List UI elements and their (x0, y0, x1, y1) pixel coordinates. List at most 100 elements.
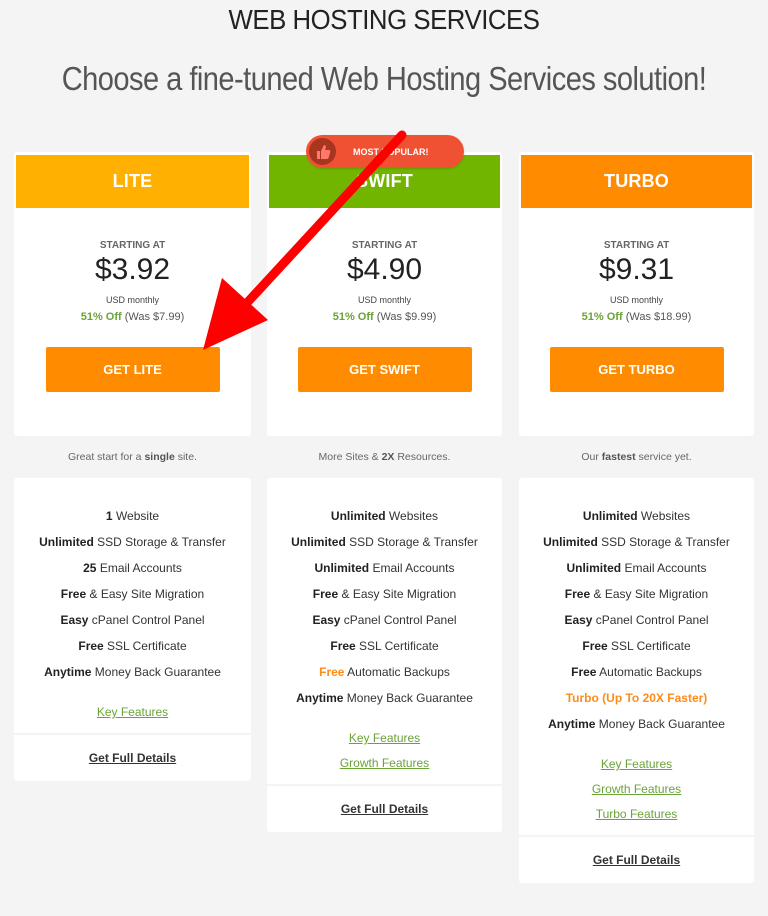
original-price: (Was $7.99) (124, 311, 185, 323)
discount-info: 51% Off (Was $18.99) (519, 311, 754, 323)
turbo-features-link[interactable]: Turbo Features (519, 804, 754, 829)
feature-item: Free Automatic Backups (519, 662, 754, 688)
feature-emphasis: Free (330, 639, 356, 653)
badge-label: MOST POPULAR! (353, 146, 429, 157)
feature-emphasis: Anytime (44, 665, 92, 679)
plan-tagline: Great start for a single site. (14, 436, 251, 478)
get-lite-button[interactable]: GET LITE (45, 347, 220, 392)
plan-turbo: TURBO STARTING AT $9.31 USD monthly 51% … (519, 152, 754, 883)
feature-text: cPanel Control Panel (340, 613, 457, 627)
feature-emphasis: Unlimited (39, 535, 94, 549)
plan-header: LITE (16, 155, 249, 208)
feature-text: cPanel Control Panel (88, 613, 205, 627)
starting-at-label: STARTING AT (351, 240, 418, 251)
feature-item: Unlimited SSD Storage & Transfer (267, 532, 502, 558)
feature-text: SSL Certificate (103, 639, 187, 653)
feature-text: SSL Certificate (355, 639, 439, 653)
key-features-link[interactable]: Key Features (14, 702, 251, 727)
feature-text: Website (112, 509, 160, 523)
feature-emphasis: Unlimited (566, 561, 622, 575)
plan-header: TURBO (521, 155, 752, 208)
plan-price: $3.92 (94, 253, 171, 286)
feature-text: & Easy Site Migration (590, 587, 709, 601)
tagline-text: Great start for a (68, 451, 145, 463)
get-full-details-link[interactable]: Get Full Details (341, 802, 428, 816)
feature-text: Money Back Guarantee (595, 717, 725, 731)
get-full-details-link[interactable]: Get Full Details (89, 751, 176, 765)
feature-text: Money Back Guarantee (91, 665, 221, 679)
tagline-emphasis: fastest (601, 451, 636, 463)
discount-info: 51% Off (Was $7.99) (14, 311, 251, 323)
key-features-link[interactable]: Key Features (519, 754, 754, 779)
plan-swift: SWIFT STARTING AT $4.90 USD monthly 51% … (267, 152, 502, 832)
feature-emphasis: Free (582, 639, 608, 653)
feature-item: Free & Easy Site Migration (14, 584, 251, 610)
feature-list: Unlimited Websites Unlimited SSD Storage … (519, 478, 754, 740)
plan-features-card: Unlimited Websites Unlimited SSD Storage … (519, 478, 754, 883)
feature-emphasis: Turbo (Up To 20X Faster) (565, 691, 708, 705)
key-features-link[interactable]: Key Features (267, 728, 502, 753)
feature-item: 25 Email Accounts (14, 558, 251, 584)
feature-item: Free SSL Certificate (14, 636, 251, 662)
feature-item: Easy cPanel Control Panel (519, 610, 754, 636)
discount-percent: 51% Off (581, 311, 623, 323)
feature-links: Key Features Growth Features (267, 714, 502, 784)
badge-icon-ring (306, 135, 339, 168)
feature-emphasis: Unlimited (314, 561, 370, 575)
feature-emphasis: Free (564, 587, 591, 601)
feature-item: Unlimited Websites (519, 506, 754, 532)
price-period: USD monthly (609, 295, 663, 305)
plan-pricing-card: LITE STARTING AT $3.92 USD monthly 51% O… (14, 152, 251, 436)
plan-features-card: Unlimited Websites Unlimited SSD Storage … (267, 478, 502, 832)
feature-list: 1 Website Unlimited SSD Storage & Transfe… (14, 478, 251, 688)
plan-pricing-card: SWIFT STARTING AT $4.90 USD monthly 51% … (267, 152, 502, 436)
plan-price: $4.90 (346, 253, 423, 286)
feature-item: Unlimited Email Accounts (519, 558, 754, 584)
feature-emphasis: Anytime (548, 717, 596, 731)
feature-item: Unlimited SSD Storage & Transfer (14, 532, 251, 558)
tagline-text: site. (174, 451, 197, 463)
feature-text: SSL Certificate (607, 639, 691, 653)
feature-emphasis: Easy (60, 613, 89, 627)
plan-tagline: Our fastest service yet. (519, 436, 754, 478)
tagline-text: service yet. (635, 451, 692, 463)
original-price: (Was $9.99) (376, 311, 437, 323)
page-subtitle: Choose a fine-tuned Web Hosting Services… (61, 60, 707, 97)
feature-text: & Easy Site Migration (86, 587, 205, 601)
tagline-emphasis: single (144, 451, 175, 463)
plan-features-card: 1 Website Unlimited SSD Storage & Transfe… (14, 478, 251, 781)
tagline-text: More Sites & (318, 451, 382, 463)
feature-emphasis: 1 (105, 509, 113, 523)
get-full-details-link[interactable]: Get Full Details (593, 853, 680, 867)
feature-emphasis: Anytime (296, 691, 344, 705)
feature-text: Email Accounts (369, 561, 455, 575)
feature-item: Free & Easy Site Migration (267, 584, 502, 610)
discount-percent: 51% Off (332, 311, 374, 323)
starting-at-label: STARTING AT (603, 240, 670, 251)
starting-at-label: STARTING AT (99, 240, 166, 251)
get-turbo-button[interactable]: GET TURBO (549, 347, 724, 392)
feature-links: Key Features (14, 688, 251, 733)
price-period: USD monthly (105, 295, 159, 305)
feature-item: Free & Easy Site Migration (519, 584, 754, 610)
growth-features-link[interactable]: Growth Features (267, 753, 502, 778)
discount-info: 51% Off (Was $9.99) (267, 311, 502, 323)
feature-text: SSD Storage & Transfer (597, 535, 730, 549)
get-swift-button[interactable]: GET SWIFT (297, 347, 472, 392)
feature-text: Automatic Backups (344, 665, 450, 679)
feature-item: Free SSL Certificate (267, 636, 502, 662)
feature-item: Unlimited Websites (267, 506, 502, 532)
feature-text: Email Accounts (96, 561, 182, 575)
most-popular-badge: MOST POPULAR! (306, 135, 464, 168)
plan-pricing-card: TURBO STARTING AT $9.31 USD monthly 51% … (519, 152, 754, 436)
page-title: WEB HOSTING SERVICES (228, 4, 540, 35)
feature-item: Easy cPanel Control Panel (14, 610, 251, 636)
tagline-emphasis: 2X (381, 451, 395, 463)
feature-emphasis: Free (571, 665, 597, 679)
feature-text: Money Back Guarantee (343, 691, 473, 705)
feature-text: cPanel Control Panel (592, 613, 709, 627)
feature-emphasis: Easy (564, 613, 593, 627)
feature-links: Key Features Growth Features Turbo Feature… (519, 740, 754, 835)
growth-features-link[interactable]: Growth Features (519, 779, 754, 804)
feature-item: Easy cPanel Control Panel (267, 610, 502, 636)
